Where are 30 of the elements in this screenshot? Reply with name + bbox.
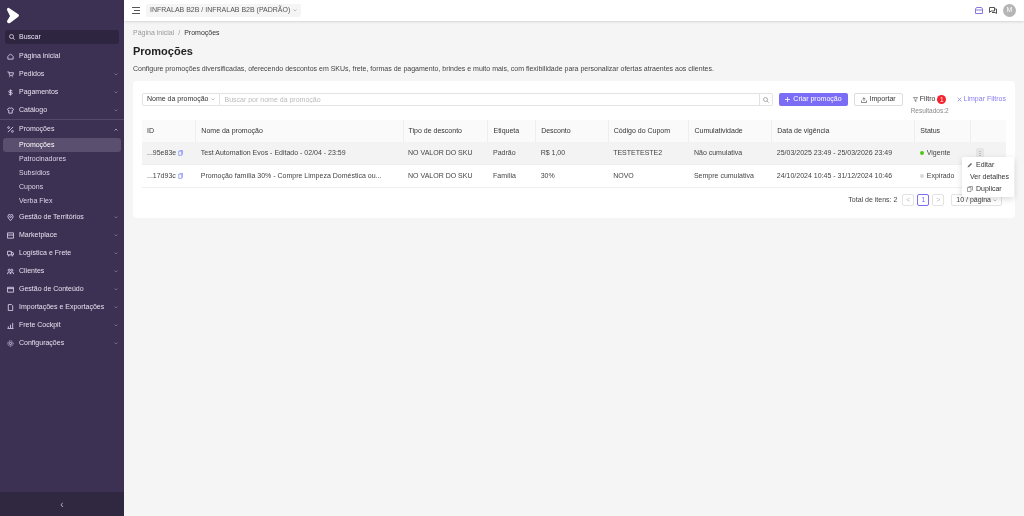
- percent-icon: [7, 125, 14, 133]
- chat-icon[interactable]: [989, 7, 997, 14]
- copy-icon[interactable]: [178, 150, 184, 156]
- gear-icon: [7, 339, 14, 347]
- search-icon: [9, 34, 15, 40]
- upload-icon: [860, 96, 867, 103]
- store-icon[interactable]: [975, 7, 983, 14]
- window-icon: [7, 285, 14, 293]
- house-icon: [7, 52, 14, 60]
- shirt-icon: [7, 106, 14, 114]
- copy-icon: [967, 185, 973, 192]
- menu-icon[interactable]: [132, 7, 140, 14]
- document-icon: [7, 303, 14, 311]
- copy-icon[interactable]: [177, 173, 183, 180]
- logo-icon: [7, 7, 20, 24]
- truck-icon: [7, 249, 14, 257]
- page-title: Promoções: [133, 44, 194, 59]
- plus-icon: [785, 97, 791, 102]
- search-icon: [763, 96, 770, 103]
- cart-icon: [7, 70, 14, 78]
- pencil-icon: [967, 161, 973, 168]
- close-icon: [956, 97, 962, 102]
- funnel-icon: [912, 97, 918, 102]
- pin-icon: [7, 213, 14, 221]
- bar-chart-icon: [7, 321, 14, 329]
- dollar-icon: [7, 88, 14, 96]
- store-icon: [7, 231, 14, 239]
- chevron-down-icon: [993, 198, 997, 202]
- collapse-button[interactable]: ‹: [0, 492, 124, 516]
- people-icon: [7, 267, 14, 275]
